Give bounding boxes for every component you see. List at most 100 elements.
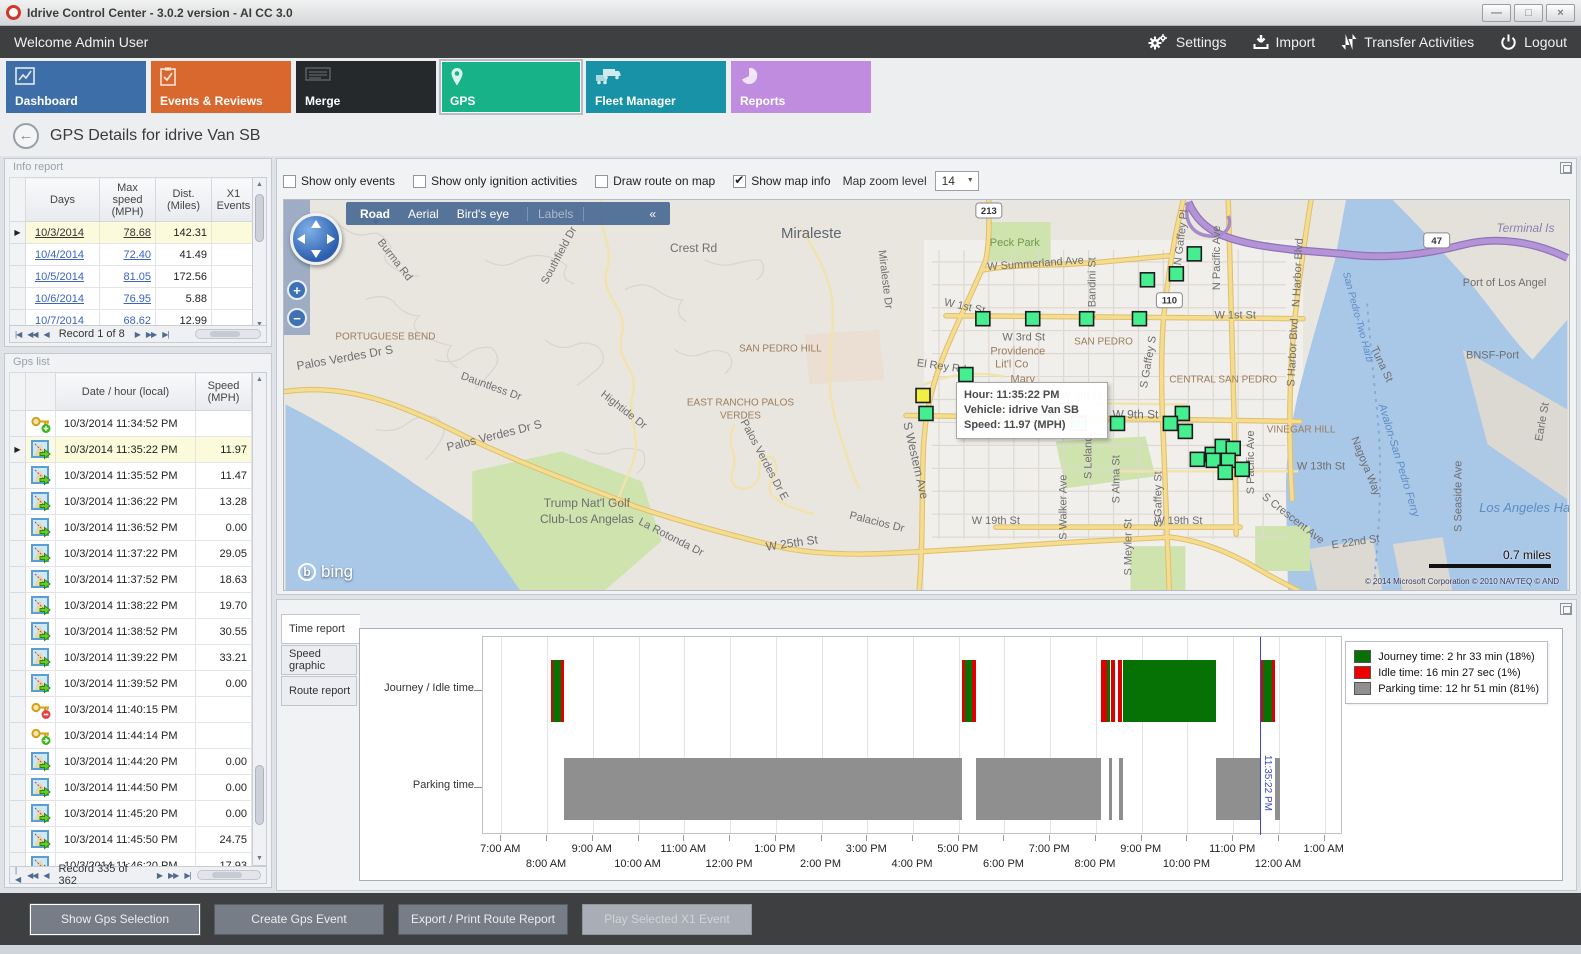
gps-list-row[interactable]: 10/3/2014 11:44:20 PM0.00 xyxy=(10,749,252,775)
gps-list-row[interactable]: 10/3/2014 11:38:22 PM19.70 xyxy=(10,593,252,619)
export-print-route-report-button[interactable]: Export / Print Route Report xyxy=(398,904,568,935)
close-button[interactable]: × xyxy=(1546,4,1575,22)
gps-marker[interactable] xyxy=(919,406,933,420)
scroll-up-icon[interactable]: ▲ xyxy=(253,178,266,191)
show-only-events-checkbox[interactable]: Show only events xyxy=(283,174,395,188)
gps-list-row[interactable]: 10/3/2014 11:34:52 PM xyxy=(10,411,252,437)
collapse-map-panel-button[interactable] xyxy=(1560,162,1572,174)
gps-marker[interactable] xyxy=(976,312,990,326)
horizontal-scrollbar[interactable] xyxy=(197,870,261,880)
map-style-labels[interactable]: Labels xyxy=(527,207,584,221)
pager-nextpage-icon[interactable]: ▶▶ xyxy=(146,330,156,339)
collapse-map-nav-icon[interactable]: « xyxy=(649,207,656,221)
gps-marker[interactable] xyxy=(959,368,973,382)
gps-list-row[interactable]: 10/3/2014 11:44:50 PM0.00 xyxy=(10,775,252,801)
pager-prev-icon[interactable]: ◀ xyxy=(43,871,48,880)
pager-first-icon[interactable]: |◀ xyxy=(15,330,21,339)
tab-route-report[interactable]: Route report xyxy=(281,676,357,706)
info-report-row[interactable]: 10/6/201476.955.88 xyxy=(10,288,256,310)
gps-marker[interactable] xyxy=(1140,273,1154,287)
gps-list-row[interactable]: 10/3/2014 11:40:15 PM xyxy=(10,697,252,723)
gps-list-row[interactable]: 10/3/2014 11:44:14 PM xyxy=(10,723,252,749)
pager-next-icon[interactable]: ▶ xyxy=(157,871,162,880)
gps-list-row[interactable]: 10/3/2014 11:36:52 PM0.00 xyxy=(10,515,252,541)
tile-reports[interactable]: Reports xyxy=(731,61,871,113)
map-style-road[interactable]: Road xyxy=(360,207,390,221)
tab-speed-graphic[interactable]: Speed graphic xyxy=(281,645,357,675)
gps-marker[interactable] xyxy=(1111,416,1125,430)
scrollbar-thumb[interactable] xyxy=(255,194,264,242)
col-max-speed[interactable]: Max speed (MPH) xyxy=(100,178,156,222)
tile-events-reviews[interactable]: Events & Reviews xyxy=(151,61,291,113)
gps-marker[interactable] xyxy=(1187,247,1201,261)
tab-time-report[interactable]: Time report xyxy=(281,614,360,644)
tile-dashboard[interactable]: Dashboard xyxy=(6,61,146,113)
map-zoom-select[interactable]: 14 xyxy=(935,171,979,191)
col-datetime[interactable]: Date / hour (local) xyxy=(56,373,196,411)
zoom-in-button[interactable]: + xyxy=(287,280,307,300)
gps-list-row[interactable]: 10/3/2014 11:37:52 PM18.63 xyxy=(10,567,252,593)
minimize-button[interactable]: — xyxy=(1482,4,1511,22)
gps-marker[interactable] xyxy=(1190,452,1204,466)
col-x1-events[interactable]: X1 Events xyxy=(212,178,256,222)
gps-marker[interactable] xyxy=(1235,462,1249,476)
gps-list-row[interactable]: 10/3/2014 11:39:22 PM33.21 xyxy=(10,645,252,671)
col-days[interactable]: Days xyxy=(26,178,100,222)
transfer-activities-button[interactable]: Transfer Activities xyxy=(1341,33,1474,51)
pan-up-icon[interactable] xyxy=(311,220,321,228)
pager-nextpage-icon[interactable]: ▶▶ xyxy=(168,871,178,880)
gps-list-row[interactable]: 10/3/2014 11:45:50 PM24.75 xyxy=(10,827,252,853)
gps-marker[interactable] xyxy=(1178,424,1192,438)
gps-list-row[interactable]: 10/3/2014 11:39:52 PM0.00 xyxy=(10,671,252,697)
show-map-info-checkbox[interactable]: Show map info xyxy=(733,174,830,188)
zoom-out-button[interactable]: − xyxy=(287,308,307,328)
col-dist[interactable]: Dist. (Miles) xyxy=(156,178,212,222)
scroll-down-icon[interactable]: ▼ xyxy=(253,852,266,865)
info-report-scrollbar[interactable]: ▲ ▼ xyxy=(252,177,267,332)
gps-list-row[interactable]: 10/3/2014 11:36:22 PM13.28 xyxy=(10,489,252,515)
settings-button[interactable]: Settings xyxy=(1147,33,1227,51)
pager-prevpage-icon[interactable]: ◀◀ xyxy=(27,871,37,880)
info-report-row[interactable]: 10/4/201472.4041.49 xyxy=(10,244,256,266)
selected-gps-marker[interactable] xyxy=(916,389,930,403)
gps-list-scrollbar[interactable]: ▲ ▼ xyxy=(252,372,267,866)
pan-right-icon[interactable] xyxy=(327,234,335,244)
map-style-aerial[interactable]: Aerial xyxy=(408,207,439,221)
pan-left-icon[interactable] xyxy=(297,234,305,244)
logout-button[interactable]: Logout xyxy=(1500,34,1567,51)
gps-marker[interactable] xyxy=(1132,312,1146,326)
gps-marker[interactable] xyxy=(1080,312,1094,326)
gps-list-row[interactable]: ▶ 10/3/2014 11:35:22 PM11.97 xyxy=(10,437,252,463)
play-selected-x1-event-button[interactable]: Play Selected X1 Event xyxy=(582,904,752,935)
gps-marker[interactable] xyxy=(1163,416,1177,430)
maximize-button[interactable]: □ xyxy=(1514,4,1543,22)
info-report-row[interactable]: 10/5/201481.05172.56 xyxy=(10,266,256,288)
draw-route-checkbox[interactable]: Draw route on map xyxy=(595,174,715,188)
compass-control[interactable] xyxy=(290,213,342,265)
pager-next-icon[interactable]: ▶ xyxy=(135,330,140,339)
pan-down-icon[interactable] xyxy=(311,250,321,258)
collapse-chart-panel-button[interactable] xyxy=(1560,603,1572,615)
show-only-ignition-checkbox[interactable]: Show only ignition activities xyxy=(413,174,577,188)
pager-prevpage-icon[interactable]: ◀◀ xyxy=(27,330,37,339)
horizontal-scrollbar[interactable] xyxy=(195,329,261,339)
map-style-birdseye[interactable]: Bird's eye xyxy=(457,207,509,221)
window-titlebar[interactable]: Idrive Control Center - 3.0.2 version - … xyxy=(0,0,1581,26)
gps-list-row[interactable]: 10/3/2014 11:35:52 PM11.47 xyxy=(10,463,252,489)
scroll-up-icon[interactable]: ▲ xyxy=(253,373,266,386)
scrollbar-thumb[interactable] xyxy=(255,765,264,825)
col-speed[interactable]: Speed (MPH) xyxy=(196,373,252,411)
time-cursor-line[interactable] xyxy=(1260,637,1261,835)
import-button[interactable]: Import xyxy=(1253,34,1316,50)
gps-list-row[interactable]: 10/3/2014 11:37:22 PM29.05 xyxy=(10,541,252,567)
pager-last-icon[interactable]: ▶| xyxy=(184,871,190,880)
gps-list-row[interactable]: 10/3/2014 11:45:20 PM0.00 xyxy=(10,801,252,827)
create-gps-event-button[interactable]: Create Gps Event xyxy=(214,904,384,935)
info-report-row[interactable]: ▶10/3/201478.68142.31 xyxy=(10,222,256,244)
pager-prev-icon[interactable]: ◀ xyxy=(44,330,49,339)
gps-marker[interactable] xyxy=(1218,465,1232,479)
gps-marker[interactable] xyxy=(1026,312,1040,326)
tile-fleet-manager[interactable]: Fleet Manager xyxy=(586,61,726,113)
back-button[interactable] xyxy=(13,123,39,149)
tile-gps[interactable]: GPS xyxy=(441,61,581,113)
